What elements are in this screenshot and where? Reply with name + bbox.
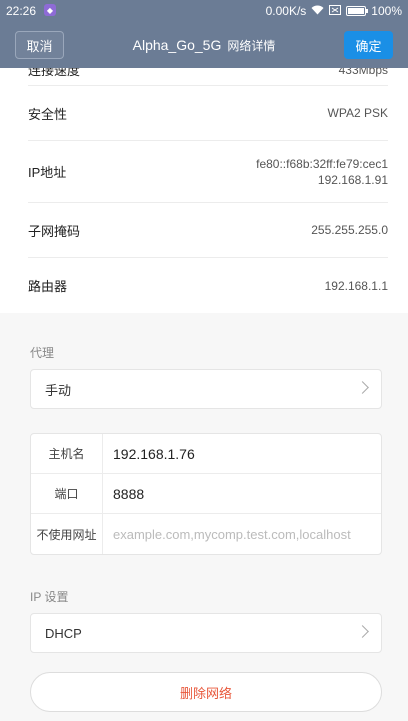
confirm-button[interactable]: 确定 (344, 31, 393, 59)
status-right: 0.00K/s 100% (266, 4, 402, 18)
router-value: 192.168.1.1 (324, 278, 388, 293)
network-info-list: 连接速度 433Mbps 安全性 WPA2 PSK IP地址 fe80::f68… (0, 68, 408, 313)
mask-value: 255.255.255.0 (311, 223, 388, 237)
ip-settings-value: DHCP (45, 625, 82, 641)
ip-value: fe80::f68b:32ff:fe79:cec1 192.168.1.91 (256, 156, 388, 188)
proxy-section-label: 代理 (30, 346, 55, 360)
host-label: 主机名 (31, 434, 103, 473)
bypass-label: 不使用网址 (31, 514, 103, 554)
info-row-security: 安全性 WPA2 PSK (28, 86, 388, 141)
info-row-router: 路由器 192.168.1.1 (28, 258, 388, 313)
mask-label: 子网掩码 (28, 223, 81, 239)
security-label: 安全性 (28, 106, 68, 122)
page-subtitle: 网络详情 (227, 38, 276, 53)
host-input[interactable] (103, 434, 381, 473)
ip-settings-select[interactable]: DHCP (30, 613, 382, 653)
proxy-port-row: 端口 (31, 474, 381, 514)
wifi-icon (311, 4, 324, 18)
proxy-host-row: 主机名 (31, 434, 381, 474)
page-title: Alpha_Go_5G 网络详情 (70, 22, 338, 68)
network-name: Alpha_Go_5G (132, 37, 222, 53)
ip-label: IP地址 (28, 165, 67, 180)
proxy-bypass-row: 不使用网址 (31, 514, 381, 554)
status-bar: 22:26 ◆ 0.00K/s 100% (0, 0, 408, 22)
delete-network-button[interactable]: 删除网络 (30, 672, 382, 712)
proxy-mode-value: 手动 (45, 382, 72, 398)
cancel-button[interactable]: 取消 (15, 31, 64, 59)
battery-percent: 100% (371, 4, 402, 18)
ip-settings-section-label: IP 设置 (30, 590, 69, 604)
ip-v6-value: fe80::f68b:32ff:fe79:cec1 (256, 156, 388, 171)
info-row-ip: IP地址 fe80::f68b:32ff:fe79:cec1 192.168.1… (28, 141, 388, 203)
network-speed: 0.00K/s (265, 4, 307, 18)
info-row-mask: 子网掩码 255.255.255.0 (28, 203, 388, 258)
proxy-form: 主机名 端口 不使用网址 (30, 433, 382, 555)
speed-label: 连接速度 (28, 68, 81, 78)
port-input[interactable] (103, 474, 381, 513)
port-label: 端口 (31, 474, 103, 513)
title-bar: 取消 Alpha_Go_5G 网络详情 确定 (0, 22, 408, 68)
router-label: 路由器 (28, 279, 68, 294)
battery-icon (346, 6, 369, 16)
info-row-speed: 连接速度 433Mbps (28, 68, 388, 86)
sim-icon (329, 4, 342, 18)
chevron-right-icon (356, 381, 369, 394)
bypass-input[interactable] (103, 514, 381, 554)
security-value: WPA2 PSK (327, 106, 388, 120)
speed-value: 433Mbps (338, 68, 388, 77)
status-time: 22:26 (6, 4, 37, 18)
proxy-mode-select[interactable]: 手动 (30, 369, 382, 409)
chevron-right-icon (356, 625, 369, 638)
app-notification-icon: ◆ (44, 4, 56, 16)
ip-v4-value: 192.168.1.91 (317, 172, 388, 187)
